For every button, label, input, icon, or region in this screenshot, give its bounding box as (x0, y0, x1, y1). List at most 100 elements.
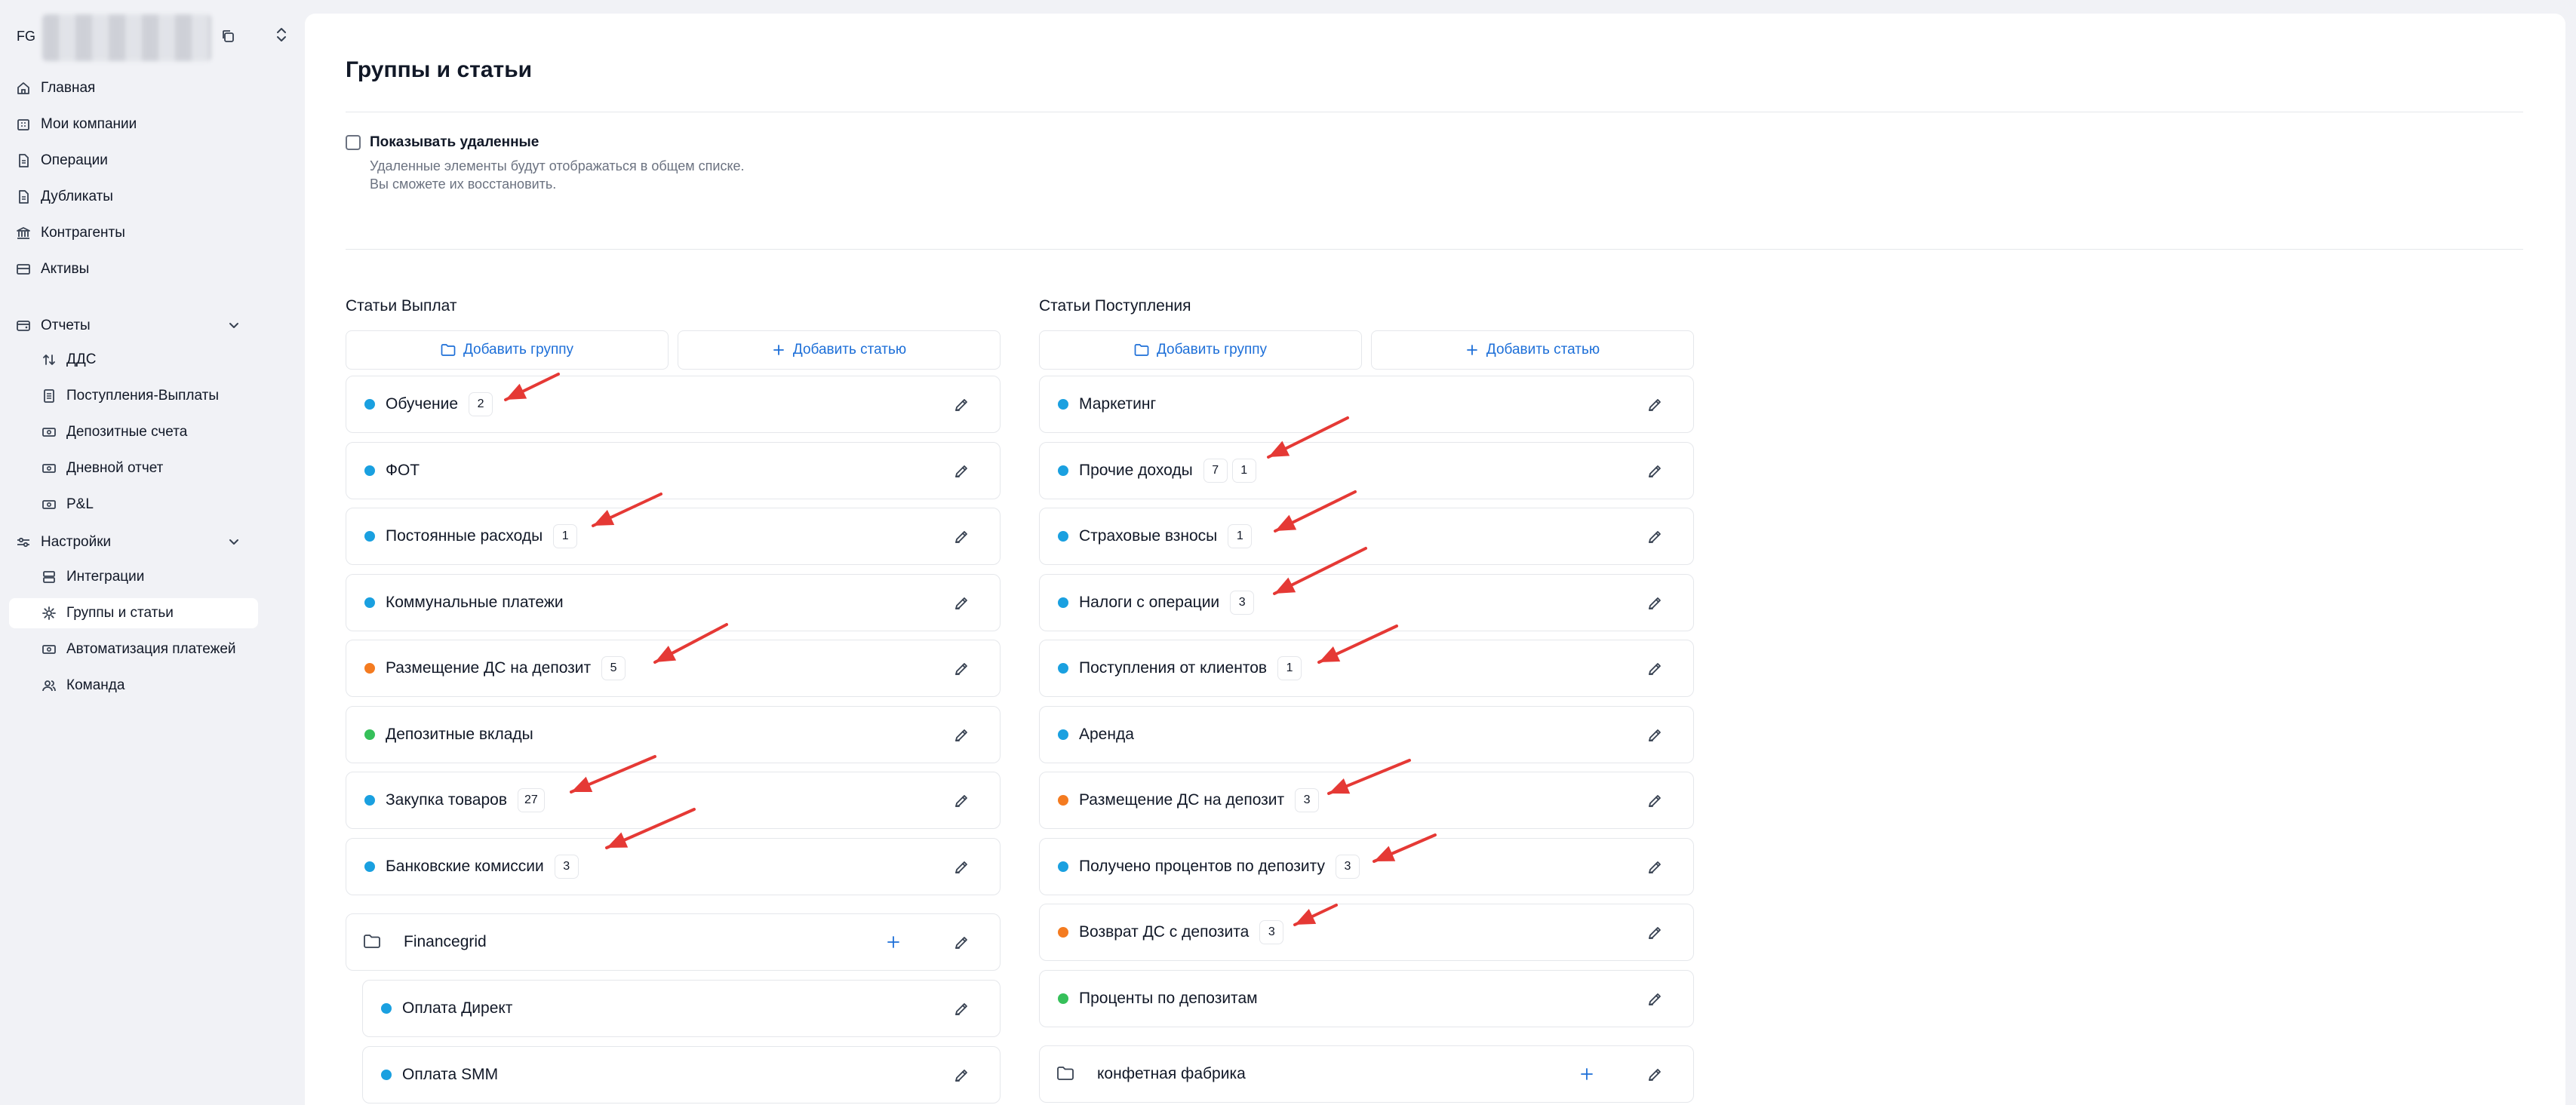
sliders-icon (15, 534, 32, 551)
list-item[interactable]: Постоянные расходы 1 (346, 508, 1001, 565)
add-article-button[interactable]: Добавить статью (678, 330, 1001, 370)
wallet-icon (15, 318, 32, 334)
banknote-icon (41, 460, 57, 477)
list-item[interactable]: Проценты по депозитам (1039, 969, 1694, 1027)
chevron-down-icon[interactable] (226, 534, 241, 549)
list-item[interactable]: Депозитные вклады (346, 705, 1001, 763)
item-label: Маркетинг (1079, 395, 1157, 413)
show-deleted-toggle[interactable]: Показывать удаленные (346, 134, 539, 151)
pencil-icon[interactable] (1646, 925, 1663, 941)
pencil-icon[interactable] (953, 397, 970, 413)
nav-daily-report-label: Дневной отчет (66, 460, 164, 476)
status-dot (364, 663, 375, 674)
nav-counterparties[interactable]: Контрагенты (9, 218, 258, 248)
group-child-item[interactable]: Оплата SMM (362, 1045, 1001, 1103)
group-label: Financegrid (404, 933, 487, 950)
users-icon (41, 677, 57, 694)
nav-income-expense[interactable]: Поступления-Выплаты (9, 381, 258, 411)
pencil-icon[interactable] (1646, 1067, 1663, 1083)
list-item[interactable]: Коммунальные платежи (346, 573, 1001, 631)
pencil-icon[interactable] (1646, 397, 1663, 413)
pencil-icon[interactable] (953, 793, 970, 809)
add-article-button[interactable]: Добавить статью (1371, 330, 1694, 370)
status-dot (1058, 663, 1068, 674)
list-item[interactable]: Прочие доходы 7 1 (1039, 441, 1694, 499)
nav-pnl[interactable]: P&L (9, 490, 258, 520)
pencil-icon[interactable] (1646, 991, 1663, 1008)
main-panel: Группы и статьи Показывать удаленные Уда… (305, 14, 2565, 1105)
nav-counterparties-label: Контрагенты (41, 225, 125, 241)
document-list-icon (41, 388, 57, 404)
nav-daily-report[interactable]: Дневной отчет (9, 453, 258, 483)
count-badge: 1 (1277, 656, 1302, 680)
pencil-icon[interactable] (953, 859, 970, 876)
nav-automation[interactable]: Автоматизация платежей (9, 634, 258, 665)
status-dot (1058, 399, 1068, 410)
nav-duplicates[interactable]: Дубликаты (9, 182, 258, 212)
pencil-icon[interactable] (1646, 595, 1663, 612)
status-dot (1058, 597, 1068, 608)
folder-icon (363, 934, 383, 950)
list-item[interactable]: Размещение ДС на депозит 3 (1039, 772, 1694, 829)
pencil-icon[interactable] (953, 529, 970, 545)
nav-dds-label: ДДС (66, 351, 97, 367)
group-row[interactable]: конфетная фабрика (1039, 1045, 1694, 1103)
plus-icon[interactable] (885, 934, 903, 952)
nav-groups[interactable]: Группы и статьи (9, 598, 258, 628)
add-article-label: Добавить статью (792, 342, 907, 358)
add-group-button[interactable]: Добавить группу (1039, 330, 1362, 370)
nav-team[interactable]: Команда (9, 671, 258, 701)
list-item[interactable]: Страховые взносы 1 (1039, 508, 1694, 565)
count-badge: 1 (553, 524, 578, 548)
workspace-switcher[interactable]: FG (17, 14, 286, 61)
pencil-icon[interactable] (953, 1067, 970, 1084)
nav-team-label: Команда (66, 677, 125, 693)
list-item[interactable]: Аренда (1039, 705, 1694, 763)
nav-companies[interactable]: Мои компании (9, 109, 258, 140)
nav-assets[interactable]: Активы (9, 254, 258, 284)
chevron-updown-icon[interactable] (275, 26, 291, 45)
show-deleted-label: Показывать удаленные (370, 134, 539, 150)
list-item[interactable]: Поступления от клиентов 1 (1039, 640, 1694, 697)
nav-pnl-label: P&L (66, 496, 94, 512)
chevron-down-icon[interactable] (226, 318, 241, 333)
copy-icon[interactable] (220, 29, 237, 45)
nav-dds[interactable]: ДДС (9, 345, 258, 375)
nav-operations[interactable]: Операции (9, 146, 258, 176)
list-item[interactable]: Маркетинг (1039, 376, 1694, 433)
group-row[interactable]: Financegrid (346, 913, 1001, 971)
list-item[interactable]: Налоги с операции 3 (1039, 573, 1694, 631)
nav-home[interactable]: Главная (9, 73, 258, 103)
status-dot (381, 1069, 392, 1080)
plus-icon[interactable] (1578, 1066, 1597, 1084)
add-group-button[interactable]: Добавить группу (346, 330, 669, 370)
nav-reports[interactable]: Отчеты (9, 311, 258, 341)
pencil-icon[interactable] (953, 935, 970, 951)
nav-deposit-accounts[interactable]: Депозитные счета (9, 417, 258, 447)
list-item[interactable]: Обучение 2 (346, 376, 1001, 433)
item-label: Депозитные вклады (386, 725, 533, 743)
pencil-icon[interactable] (953, 595, 970, 612)
list-item[interactable]: Возврат ДС с депозита 3 (1039, 904, 1694, 961)
nav-companies-label: Мои компании (41, 116, 137, 132)
list-item[interactable]: Получено процентов по депозиту 3 (1039, 837, 1694, 895)
pencil-icon[interactable] (1646, 793, 1663, 809)
pencil-icon[interactable] (953, 661, 970, 677)
status-dot (364, 399, 375, 410)
list-item[interactable]: Закупка товаров 27 (346, 772, 1001, 829)
pencil-icon[interactable] (1646, 859, 1663, 876)
list-item[interactable]: Размещение ДС на депозит 5 (346, 640, 1001, 697)
pencil-icon[interactable] (1646, 529, 1663, 545)
group-child-item[interactable]: Оплата Директ (362, 980, 1001, 1037)
nav-integrations[interactable]: Интеграции (9, 562, 258, 592)
pencil-icon[interactable] (953, 463, 970, 480)
pencil-icon[interactable] (1646, 661, 1663, 677)
show-deleted-checkbox[interactable] (346, 135, 361, 150)
pencil-icon[interactable] (1646, 727, 1663, 744)
list-item[interactable]: Банковские комиссии 3 (346, 837, 1001, 895)
nav-settings[interactable]: Настройки (9, 527, 258, 557)
pencil-icon[interactable] (1646, 463, 1663, 480)
pencil-icon[interactable] (953, 1001, 970, 1018)
pencil-icon[interactable] (953, 727, 970, 744)
list-item[interactable]: ФОТ (346, 441, 1001, 499)
